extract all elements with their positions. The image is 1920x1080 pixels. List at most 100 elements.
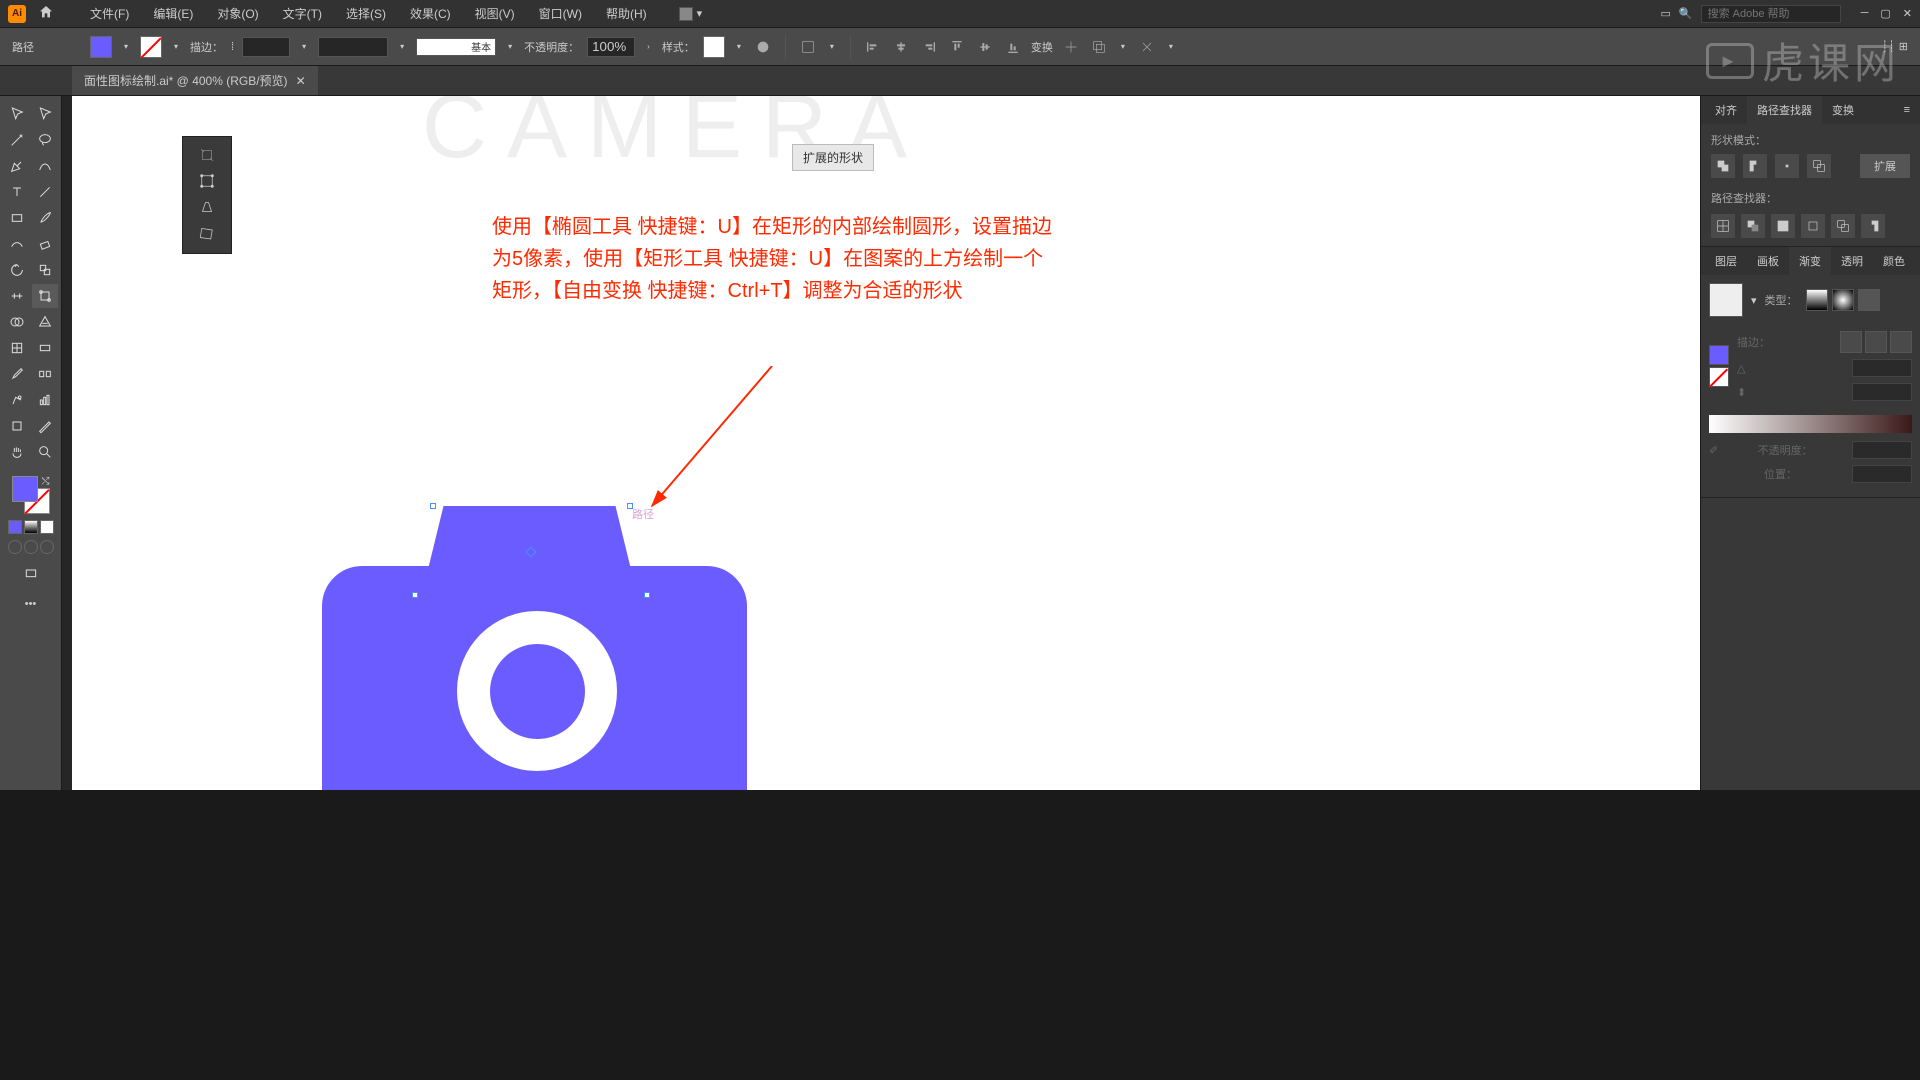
shape-mode-icon[interactable] [1089, 37, 1109, 57]
fill-swatch[interactable] [90, 36, 112, 58]
ft-perspective[interactable] [189, 195, 225, 219]
tab-pathfinder[interactable]: 路径查找器 [1747, 96, 1822, 124]
tab-color[interactable]: 颜色 [1873, 247, 1915, 275]
crop-btn[interactable] [1801, 214, 1825, 238]
tab-artboards[interactable]: 画板 [1747, 247, 1789, 275]
style-dropdown[interactable]: ▾ [733, 42, 745, 51]
panel-toggle-icon[interactable]: ⊞ [1899, 40, 1908, 53]
menu-window[interactable]: 窗口(W) [527, 5, 594, 22]
selection-tool[interactable] [4, 102, 30, 126]
outline-btn[interactable] [1831, 214, 1855, 238]
exclude-mode[interactable] [1807, 154, 1831, 178]
column-graph-tool[interactable] [32, 388, 58, 412]
draw-normal[interactable] [8, 540, 22, 554]
magic-wand-tool[interactable] [4, 128, 30, 152]
sel-handle-bl[interactable] [412, 592, 418, 598]
slice-tool[interactable] [32, 414, 58, 438]
lasso-tool[interactable] [32, 128, 58, 152]
fill-stroke-swatches[interactable]: ⤭ [12, 476, 50, 514]
ft-distort[interactable] [189, 221, 225, 245]
tab-transform[interactable]: 变换 [1822, 96, 1864, 124]
align-vcenter-icon[interactable] [975, 37, 995, 57]
search-input[interactable] [1701, 5, 1841, 23]
radial-gradient-btn[interactable] [1832, 289, 1854, 311]
variable-width-input[interactable] [318, 37, 388, 57]
opacity-input[interactable] [587, 37, 635, 57]
arrange-docs-icon[interactable]: ▭ [1660, 7, 1670, 20]
opacity-dropdown[interactable]: › [643, 42, 654, 51]
ft-free[interactable] [189, 169, 225, 193]
panel-menu-icon[interactable]: ≡ [1898, 104, 1916, 116]
shape-builder-tool[interactable] [4, 310, 30, 334]
transform-dropdown[interactable]: ▾ [1165, 42, 1177, 51]
paintbrush-tool[interactable] [32, 206, 58, 230]
blend-tool[interactable] [32, 362, 58, 386]
gradient-preview[interactable] [1709, 283, 1743, 317]
direct-selection-tool[interactable] [32, 102, 58, 126]
document-tab[interactable]: 面性图标绘制.ai* @ 400% (RGB/预览) ✕ [72, 66, 318, 95]
gradient-tool[interactable] [32, 336, 58, 360]
symbol-sprayer-tool[interactable] [4, 388, 30, 412]
align-right-icon[interactable] [919, 37, 939, 57]
draw-inside[interactable] [40, 540, 54, 554]
menu-effect[interactable]: 效果(C) [398, 5, 463, 22]
sel-handle-tl[interactable] [430, 503, 436, 509]
fill-color[interactable] [12, 476, 38, 502]
style-swatch[interactable] [703, 36, 725, 58]
align-to-icon[interactable] [798, 37, 818, 57]
linear-gradient-btn[interactable] [1806, 289, 1828, 311]
variable-width-dropdown[interactable]: ▾ [396, 42, 408, 51]
align-dropdown[interactable]: ▾ [826, 42, 838, 51]
freeform-gradient-btn[interactable] [1858, 289, 1880, 311]
draw-behind[interactable] [24, 540, 38, 554]
menu-edit[interactable]: 编辑(E) [141, 5, 205, 22]
menu-file[interactable]: 文件(F) [78, 5, 141, 22]
trim-btn[interactable] [1741, 214, 1765, 238]
hand-tool[interactable] [4, 440, 30, 464]
sel-handle-br[interactable] [644, 592, 650, 598]
menu-help[interactable]: 帮助(H) [594, 5, 659, 22]
home-icon[interactable] [38, 4, 54, 23]
align-top-icon[interactable] [947, 37, 967, 57]
free-transform-tool[interactable] [32, 284, 58, 308]
stroke-stepper[interactable]: ⁞ [231, 41, 234, 53]
expand-button[interactable]: 扩展 [1860, 154, 1910, 178]
stroke-profile[interactable]: 基本 [416, 38, 496, 56]
eyedropper-grad-icon[interactable]: ✐ [1709, 444, 1718, 457]
unite-mode[interactable] [1711, 154, 1735, 178]
pen-tool[interactable] [4, 154, 30, 178]
transform-label[interactable]: 变换 [1031, 39, 1053, 55]
sel-handle-tr[interactable] [627, 503, 633, 509]
grad-fill-mini[interactable] [1709, 345, 1729, 365]
view-swatch[interactable] [679, 7, 693, 21]
tab-layers[interactable]: 图层 [1705, 247, 1747, 275]
ft-constrain[interactable] [189, 143, 225, 167]
fill-dropdown[interactable]: ▾ [120, 42, 132, 51]
free-transform-panel[interactable] [182, 136, 232, 254]
shape-dropdown[interactable]: ▾ [1117, 42, 1129, 51]
isolate-icon[interactable] [1061, 37, 1081, 57]
minus-back-btn[interactable] [1861, 214, 1885, 238]
edit-toolbar[interactable]: ••• [25, 598, 37, 610]
search-icon[interactable]: 🔍 [1679, 7, 1693, 20]
align-hcenter-icon[interactable] [891, 37, 911, 57]
rotate-tool[interactable] [4, 258, 30, 282]
stroke-dropdown[interactable]: ▾ [170, 42, 182, 51]
menu-object[interactable]: 对象(O) [205, 5, 270, 22]
artboard-tool[interactable] [4, 414, 30, 438]
type-tool[interactable] [4, 180, 30, 204]
gradient-mode[interactable] [24, 520, 38, 534]
transform-icon[interactable] [1137, 37, 1157, 57]
screen-mode[interactable] [18, 562, 44, 586]
divide-btn[interactable] [1711, 214, 1735, 238]
stroke-swatch[interactable] [140, 36, 162, 58]
close-icon[interactable]: ✕ [1903, 7, 1912, 20]
gradient-slider[interactable] [1709, 415, 1912, 433]
menu-view[interactable]: 视图(V) [463, 5, 527, 22]
rectangle-tool[interactable] [4, 206, 30, 230]
menu-select[interactable]: 选择(S) [334, 5, 398, 22]
width-tool[interactable] [4, 284, 30, 308]
stroke-weight-dropdown[interactable]: ▾ [298, 42, 310, 51]
intersect-mode[interactable] [1775, 154, 1799, 178]
mesh-tool[interactable] [4, 336, 30, 360]
